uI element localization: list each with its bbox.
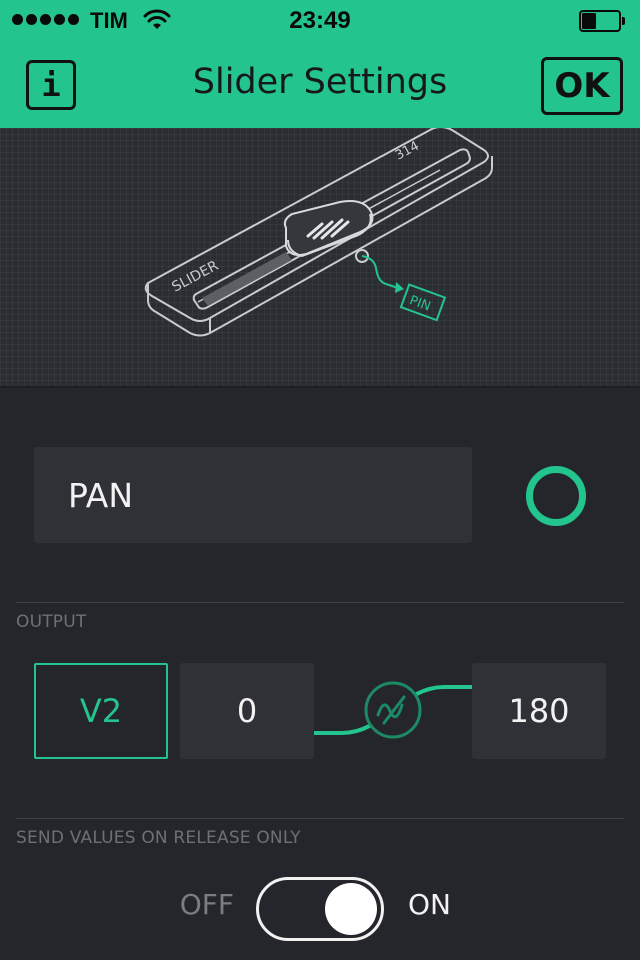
status-bar: TIM 23:49 (0, 0, 640, 40)
toggle-knob[interactable] (325, 883, 377, 935)
output-max-input[interactable]: 180 (472, 663, 606, 759)
section-divider (16, 602, 624, 603)
color-picker-button[interactable] (526, 466, 586, 526)
widget-name-input[interactable]: PAN (34, 447, 472, 543)
ok-button[interactable]: OK (541, 57, 623, 115)
hero-divider (0, 386, 640, 388)
output-section-label: OUTPUT (16, 612, 87, 632)
illustration-slider-label: SLIDER (169, 258, 221, 296)
widget-illustration: SLIDER 314 PIN (0, 126, 640, 386)
send-on-release-toggle[interactable] (256, 877, 384, 941)
illustration-value-label: 314 (393, 139, 422, 164)
toggle-off-label: OFF (179, 888, 234, 921)
battery-icon (579, 10, 625, 32)
info-button[interactable]: i (26, 60, 76, 110)
slider-illustration-icon: SLIDER 314 PIN (144, 126, 493, 337)
status-time: 23:49 (289, 7, 351, 34)
output-min-input[interactable]: 0 (180, 663, 314, 759)
pin-select-button[interactable]: V2 (34, 663, 168, 759)
mapping-curve (314, 681, 472, 739)
top-bar: TIM 23:49 i Slider Settings OK (0, 0, 640, 128)
info-icon: i (41, 66, 61, 104)
send-on-release-label: SEND VALUES ON RELEASE ONLY (16, 828, 301, 848)
section-divider (16, 818, 624, 819)
toggle-on-label: ON (408, 888, 451, 921)
